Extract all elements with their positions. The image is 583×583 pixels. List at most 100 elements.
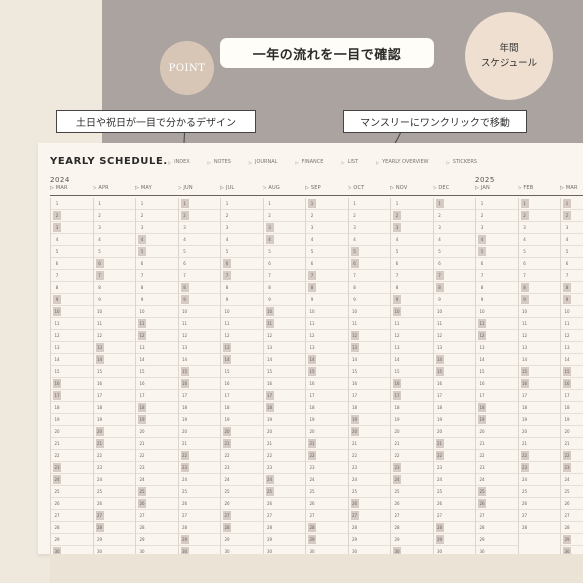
day-cell[interactable]: 4 bbox=[391, 234, 433, 246]
day-cell[interactable]: 28 bbox=[391, 522, 433, 534]
month-tab-dec-9[interactable]: ▷ DEC bbox=[432, 185, 475, 196]
day-cell[interactable]: 16 bbox=[433, 378, 475, 390]
day-cell[interactable]: 9 bbox=[391, 294, 433, 306]
day-cell[interactable]: 24 bbox=[433, 474, 475, 486]
day-cell[interactable]: 26 bbox=[263, 498, 305, 510]
day-cell[interactable]: 26 bbox=[561, 498, 583, 510]
day-cell[interactable]: 19 bbox=[561, 414, 583, 426]
day-cell[interactable]: 10 bbox=[476, 306, 518, 318]
day-cell[interactable]: 24 bbox=[51, 474, 93, 486]
day-cell[interactable]: 17 bbox=[221, 390, 263, 402]
day-cell[interactable]: 16 bbox=[51, 378, 93, 390]
month-tab-nov-8[interactable]: ▷ NOV bbox=[390, 185, 433, 196]
day-cell[interactable]: 18 bbox=[178, 402, 220, 414]
day-cell[interactable]: 23 bbox=[433, 462, 475, 474]
day-cell[interactable]: 11 bbox=[476, 318, 518, 330]
day-cell[interactable]: 23 bbox=[306, 462, 348, 474]
day-cell[interactable]: 27 bbox=[51, 510, 93, 522]
day-cell[interactable]: 30 bbox=[306, 546, 348, 554]
day-cell[interactable]: 6 bbox=[263, 258, 305, 270]
day-cell[interactable]: 15 bbox=[561, 366, 583, 378]
day-cell[interactable]: 25 bbox=[433, 486, 475, 498]
day-cell[interactable]: 19 bbox=[391, 414, 433, 426]
day-cell[interactable]: 7 bbox=[306, 270, 348, 282]
day-cell[interactable]: 11 bbox=[391, 318, 433, 330]
day-cell[interactable]: 1 bbox=[263, 198, 305, 210]
day-cell[interactable]: 2 bbox=[391, 210, 433, 222]
day-cell[interactable]: 27 bbox=[433, 510, 475, 522]
day-cell[interactable]: 14 bbox=[306, 354, 348, 366]
day-cell[interactable]: 5 bbox=[51, 246, 93, 258]
day-cell[interactable]: 6 bbox=[391, 258, 433, 270]
day-cell[interactable]: 30 bbox=[476, 546, 518, 554]
day-cell[interactable]: 18 bbox=[306, 402, 348, 414]
day-cell[interactable]: 24 bbox=[391, 474, 433, 486]
menu-item-yearly-overview[interactable]: ▷ YEARLY OVERVIEW bbox=[376, 159, 429, 165]
day-cell[interactable]: 13 bbox=[476, 342, 518, 354]
day-cell[interactable]: 21 bbox=[391, 438, 433, 450]
day-cell[interactable]: 19 bbox=[433, 414, 475, 426]
day-cell[interactable]: 6 bbox=[561, 258, 583, 270]
day-cell[interactable]: 14 bbox=[433, 354, 475, 366]
day-cell[interactable]: 12 bbox=[518, 330, 560, 342]
day-cell[interactable]: 2 bbox=[561, 210, 583, 222]
day-cell[interactable]: 5 bbox=[348, 246, 390, 258]
day-cell[interactable]: 12 bbox=[476, 330, 518, 342]
day-cell[interactable]: 15 bbox=[136, 366, 178, 378]
day-cell[interactable]: 13 bbox=[348, 342, 390, 354]
day-cell[interactable]: 22 bbox=[306, 450, 348, 462]
day-cell[interactable]: 21 bbox=[93, 438, 135, 450]
day-cell[interactable]: 26 bbox=[221, 498, 263, 510]
day-cell[interactable]: 26 bbox=[51, 498, 93, 510]
day-cell[interactable]: 19 bbox=[263, 414, 305, 426]
day-cell[interactable]: 27 bbox=[263, 510, 305, 522]
day-cell[interactable]: 27 bbox=[561, 510, 583, 522]
day-cell[interactable]: 15 bbox=[433, 366, 475, 378]
day-cell[interactable]: 18 bbox=[51, 402, 93, 414]
day-cell[interactable]: 7 bbox=[391, 270, 433, 282]
day-cell[interactable]: 18 bbox=[221, 402, 263, 414]
day-cell[interactable]: 16 bbox=[221, 378, 263, 390]
day-cell[interactable]: 23 bbox=[93, 462, 135, 474]
day-cell[interactable]: 15 bbox=[93, 366, 135, 378]
day-cell[interactable]: 19 bbox=[178, 414, 220, 426]
day-cell[interactable]: 3 bbox=[263, 222, 305, 234]
day-cell[interactable]: 27 bbox=[136, 510, 178, 522]
day-cell[interactable]: 2 bbox=[178, 210, 220, 222]
day-cell[interactable]: 3 bbox=[136, 222, 178, 234]
day-cell[interactable]: 5 bbox=[391, 246, 433, 258]
day-cell[interactable]: 12 bbox=[561, 330, 583, 342]
day-cell[interactable]: 30 bbox=[434, 546, 476, 554]
day-cell[interactable]: 18 bbox=[263, 402, 305, 414]
day-cell[interactable]: 15 bbox=[221, 366, 263, 378]
day-cell[interactable]: 22 bbox=[136, 450, 178, 462]
day-cell[interactable]: 29 bbox=[136, 534, 178, 546]
day-cell[interactable]: 21 bbox=[221, 438, 263, 450]
day-cell[interactable]: 17 bbox=[518, 390, 560, 402]
day-cell[interactable]: 24 bbox=[518, 474, 560, 486]
day-cell[interactable]: 15 bbox=[518, 366, 560, 378]
month-tab-jan-10[interactable]: ▷ JAN bbox=[475, 185, 518, 196]
day-cell[interactable]: 15 bbox=[306, 366, 348, 378]
day-cell[interactable]: 11 bbox=[561, 318, 583, 330]
day-cell[interactable]: 28 bbox=[263, 522, 305, 534]
day-cell[interactable]: 1 bbox=[306, 198, 348, 210]
day-cell[interactable]: 2 bbox=[221, 210, 263, 222]
day-cell[interactable]: 20 bbox=[476, 426, 518, 438]
day-cell[interactable]: 23 bbox=[476, 462, 518, 474]
day-cell[interactable]: 22 bbox=[51, 450, 93, 462]
day-cell[interactable]: 1 bbox=[51, 198, 93, 210]
day-cell[interactable]: 12 bbox=[348, 330, 390, 342]
day-cell[interactable]: 25 bbox=[348, 486, 390, 498]
day-cell[interactable]: 14 bbox=[348, 354, 390, 366]
day-cell[interactable]: 21 bbox=[476, 438, 518, 450]
day-cell[interactable]: 13 bbox=[518, 342, 560, 354]
day-cell[interactable]: 21 bbox=[433, 438, 475, 450]
day-cell[interactable]: 27 bbox=[391, 510, 433, 522]
day-cell[interactable]: 11 bbox=[263, 318, 305, 330]
day-cell[interactable]: 10 bbox=[561, 306, 583, 318]
day-cell[interactable]: 1 bbox=[518, 198, 560, 210]
day-cell[interactable]: 12 bbox=[263, 330, 305, 342]
day-cell[interactable]: 26 bbox=[348, 498, 390, 510]
day-cell[interactable]: 20 bbox=[433, 426, 475, 438]
